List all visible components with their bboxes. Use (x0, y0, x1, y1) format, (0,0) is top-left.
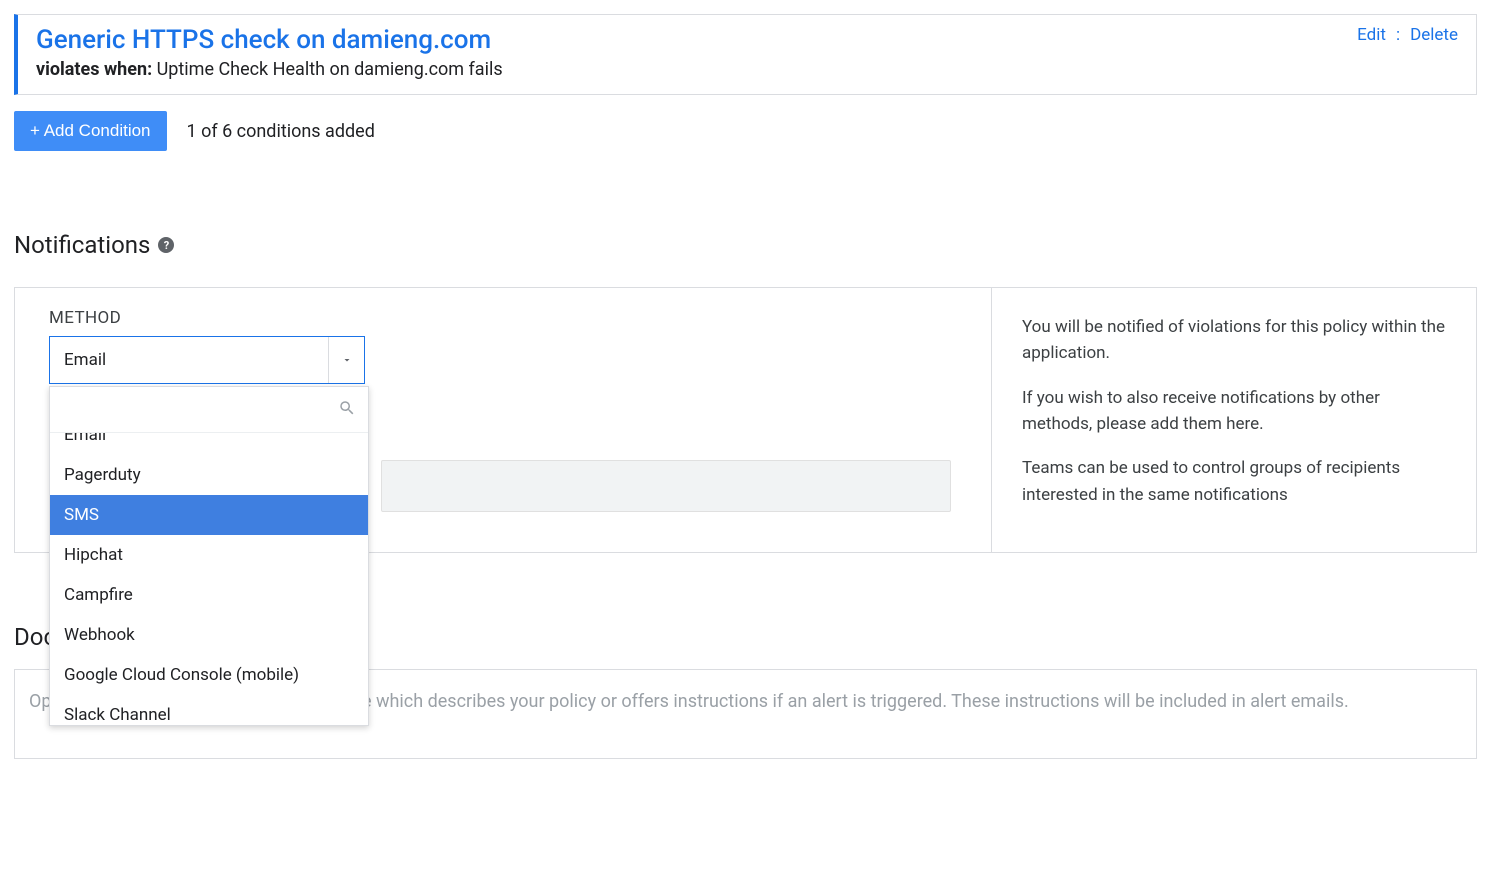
delete-link[interactable]: Delete (1410, 25, 1458, 45)
dropdown-item[interactable]: Email (50, 433, 368, 455)
notifications-info: You will be notified of violations for t… (991, 288, 1476, 552)
dropdown-item[interactable]: Pagerduty (50, 455, 368, 495)
action-separator: : (1396, 25, 1400, 45)
notifications-heading: Notifications ? (14, 231, 1477, 259)
notifications-panel: METHOD Email EmailPagerdutySMSHipchatCam… (14, 287, 1477, 553)
dropdown-item[interactable]: Slack Channel (50, 695, 368, 725)
dropdown-item[interactable]: SMS (50, 495, 368, 535)
add-condition-row: + Add Condition 1 of 6 conditions added (14, 111, 1477, 151)
violates-label: violates when: (36, 59, 152, 80)
violates-text: Uptime Check Health on damieng.com fails (152, 59, 502, 80)
method-dropdown: EmailPagerdutySMSHipchatCampfireWebhookG… (49, 386, 369, 726)
condition-actions: Edit : Delete (1357, 25, 1458, 45)
dropdown-item[interactable]: Webhook (50, 615, 368, 655)
dropdown-search-input[interactable] (62, 401, 338, 418)
notifications-left: METHOD Email EmailPagerdutySMSHipchatCam… (15, 288, 991, 552)
condition-subtitle: violates when: Uptime Check Health on da… (36, 59, 503, 80)
condition-card: Generic HTTPS check on damieng.com viola… (14, 14, 1477, 95)
notifications-heading-text: Notifications (14, 231, 150, 259)
dropdown-item[interactable]: Campfire (50, 575, 368, 615)
condition-count: 1 of 6 conditions added (187, 121, 375, 142)
info-paragraph-3: Teams can be used to control groups of r… (1022, 455, 1446, 508)
dropdown-item[interactable]: Hipchat (50, 535, 368, 575)
method-label: METHOD (49, 308, 957, 328)
help-icon[interactable]: ? (158, 237, 174, 253)
condition-main: Generic HTTPS check on damieng.com viola… (36, 25, 503, 80)
method-select-value: Email (50, 337, 328, 383)
dropdown-item[interactable]: Google Cloud Console (mobile) (50, 655, 368, 695)
info-paragraph-1: You will be notified of violations for t… (1022, 314, 1446, 367)
dropdown-list[interactable]: EmailPagerdutySMSHipchatCampfireWebhookG… (50, 433, 368, 725)
add-condition-button[interactable]: + Add Condition (14, 111, 167, 151)
method-select[interactable]: Email (49, 336, 365, 384)
condition-title[interactable]: Generic HTTPS check on damieng.com (36, 25, 503, 55)
search-icon (338, 399, 356, 421)
notification-field-placeholder (381, 460, 951, 512)
edit-link[interactable]: Edit (1357, 25, 1386, 45)
info-paragraph-2: If you wish to also receive notification… (1022, 385, 1446, 438)
dropdown-search (50, 387, 368, 433)
chevron-down-icon[interactable] (328, 337, 364, 383)
